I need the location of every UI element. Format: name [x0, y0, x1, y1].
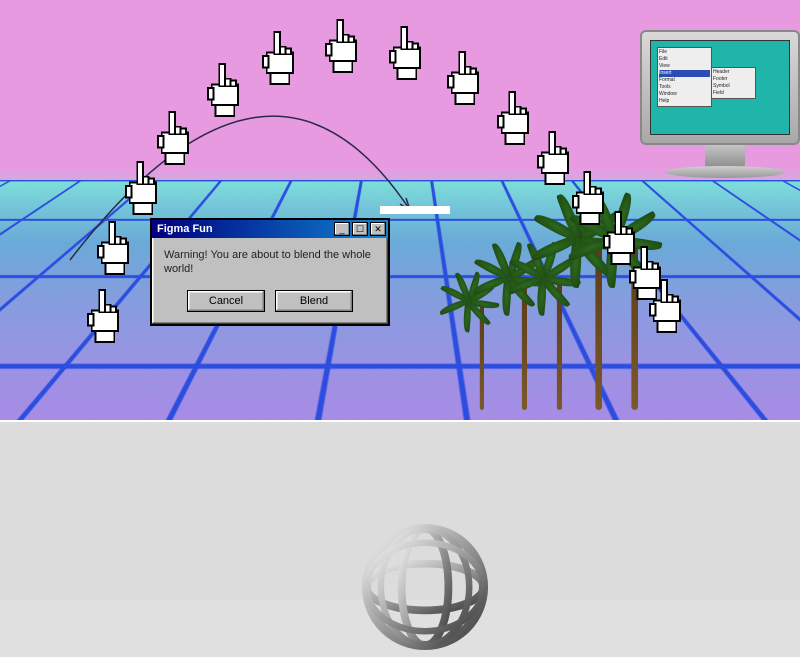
monitor-submenu: HeaderFooterSymbolField	[711, 67, 756, 99]
monitor-menu: FileEditViewInsertFormatToolsWindowHelp	[657, 47, 712, 107]
pointer-cursor-icon	[118, 160, 164, 216]
monitor-menu-item: Window	[659, 91, 710, 98]
monitor-menu-item: File	[659, 49, 710, 56]
minimize-button[interactable]: _	[334, 222, 350, 236]
pointer-cursor-icon	[255, 30, 301, 86]
blend-button[interactable]: Blend	[275, 290, 353, 312]
monitor-screen: FileEditViewInsertFormatToolsWindowHelp …	[650, 40, 790, 135]
monitor-submenu-item: Symbol	[713, 83, 754, 90]
monitor-submenu-item: Field	[713, 90, 754, 97]
pointer-cursor-icon	[150, 110, 196, 166]
close-button[interactable]: ✕	[370, 222, 386, 236]
monitor-frame: FileEditViewInsertFormatToolsWindowHelp …	[640, 30, 800, 145]
ruler-graphic	[380, 206, 450, 214]
globe-icon	[360, 522, 490, 652]
pointer-cursor-icon	[382, 25, 428, 81]
pointer-cursor-icon	[642, 278, 688, 334]
warning-dialog: Figma Fun _ ☐ ✕ Warning! You are about t…	[150, 218, 390, 326]
monitor-menu-item: Edit	[659, 56, 710, 63]
window-controls: _ ☐ ✕	[334, 222, 386, 236]
pointer-cursor-icon	[90, 220, 136, 276]
pointer-cursor-icon	[318, 18, 364, 74]
dialog-message: Warning! You are about to blend the whol…	[164, 248, 376, 276]
pointer-cursor-icon	[80, 288, 126, 344]
monitor-menu-item: View	[659, 63, 710, 70]
dialog-titlebar[interactable]: Figma Fun _ ☐ ✕	[152, 220, 388, 238]
monitor-menu-item: Help	[659, 98, 710, 105]
vaporwave-scene: FileEditViewInsertFormatToolsWindowHelp …	[0, 0, 800, 420]
lower-panel	[0, 420, 800, 600]
dialog-buttons: Cancel Blend	[164, 290, 376, 312]
monitor-submenu-item: Footer	[713, 76, 754, 83]
monitor-menu-item: Insert	[659, 70, 710, 77]
monitor-base	[665, 166, 785, 178]
pointer-cursor-icon	[440, 50, 486, 106]
dialog-body: Warning! You are about to blend the whol…	[152, 238, 388, 324]
dialog-title: Figma Fun	[154, 223, 213, 235]
monitor-menu-item: Tools	[659, 84, 710, 91]
cancel-button[interactable]: Cancel	[187, 290, 265, 312]
monitor-menu-item: Format	[659, 77, 710, 84]
monitor-submenu-item: Header	[713, 69, 754, 76]
retro-monitor: FileEditViewInsertFormatToolsWindowHelp …	[640, 30, 800, 178]
pointer-cursor-icon	[200, 62, 246, 118]
maximize-button[interactable]: ☐	[352, 222, 368, 236]
